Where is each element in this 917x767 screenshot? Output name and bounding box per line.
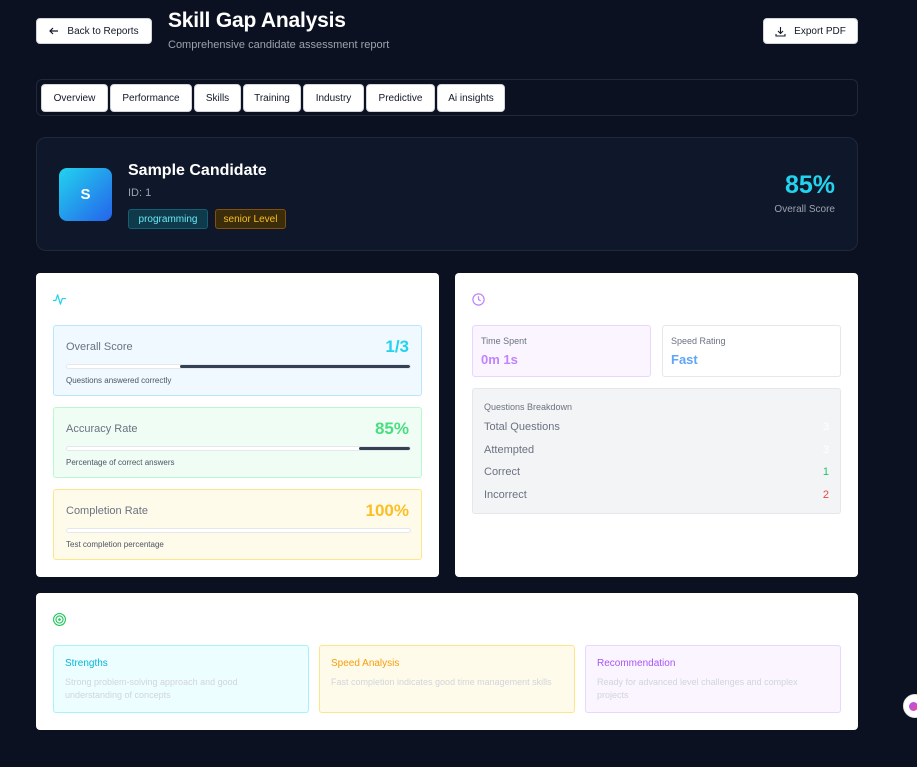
clock-icon <box>472 293 485 306</box>
back-button-label: Back to Reports <box>67 25 139 37</box>
timing-panel: Time Spent 0m 1s Speed Rating Fast Quest… <box>455 273 858 577</box>
overall-score-label: Overall Score <box>774 204 835 215</box>
activity-icon <box>52 294 67 305</box>
tab-training[interactable]: Training <box>243 84 301 112</box>
metric-overall-score: Overall Score 1/3 Questions answered cor… <box>53 325 422 396</box>
export-button-label: Export PDF <box>794 25 846 37</box>
tab-bar: Overview Performance Skills Training Ind… <box>36 79 858 116</box>
progress-fill <box>180 365 410 368</box>
tab-industry[interactable]: Industry <box>303 84 364 112</box>
arrow-left-icon <box>49 27 59 35</box>
metric-value: 100% <box>365 501 409 520</box>
row-label: Incorrect <box>484 489 527 501</box>
metric-description: Percentage of correct answers <box>66 458 175 467</box>
tab-skills[interactable]: Skills <box>194 84 241 112</box>
row-value: 3 <box>822 444 829 456</box>
insight-title: Recommendation <box>597 658 676 669</box>
candidate-id: ID: 1 <box>128 187 152 199</box>
insight-title: Speed Analysis <box>331 658 400 669</box>
time-spent-box: Time Spent 0m 1s <box>472 325 651 377</box>
insight-title: Strengths <box>65 658 108 669</box>
insight-text: Ready for advanced level challenges and … <box>597 677 798 700</box>
speed-rating-box: Speed Rating Fast <box>662 325 841 377</box>
insight-speed-analysis: Speed Analysis Fast completion indicates… <box>319 645 575 713</box>
metric-value: 1/3 <box>385 337 409 356</box>
target-icon <box>53 613 66 626</box>
questions-breakdown: Questions Breakdown Total Questions 3 At… <box>472 388 841 514</box>
insight-text: Strong problem-solving approach and good… <box>65 677 238 700</box>
breakdown-row-correct: Correct 1 <box>484 466 829 482</box>
row-value: 1 <box>822 466 829 478</box>
level-badge: senior Level <box>215 209 286 229</box>
performance-panel: Overall Score 1/3 Questions answered cor… <box>36 273 439 577</box>
tab-ai-insights[interactable]: Ai insights <box>437 84 505 112</box>
metric-label: Accuracy Rate <box>66 423 138 435</box>
assistant-icon <box>909 701 917 711</box>
row-label: Attempted <box>484 444 535 456</box>
page-title: Skill Gap Analysis <box>168 9 346 32</box>
metric-label: Completion Rate <box>66 505 148 517</box>
tab-predictive[interactable]: Predictive <box>366 84 435 112</box>
breakdown-row-attempted: Attempted 3 <box>484 444 829 460</box>
candidate-name: Sample Candidate <box>128 162 267 179</box>
metric-accuracy-rate: Accuracy Rate 85% Percentage of correct … <box>53 407 422 478</box>
insights-panel: Strengths Strong problem-solving approac… <box>36 593 858 730</box>
floating-assistant-button[interactable] <box>903 694 917 718</box>
insight-text: Fast completion indicates good time mana… <box>331 677 552 687</box>
export-pdf-button[interactable]: Export PDF <box>763 18 858 44</box>
metric-label: Overall Score <box>66 341 133 353</box>
download-icon <box>775 26 786 37</box>
breakdown-row-incorrect: Incorrect 2 <box>484 489 829 505</box>
speed-rating-label: Speed Rating <box>671 336 726 346</box>
category-badge: programming <box>128 209 208 229</box>
row-label: Total Questions <box>484 421 560 433</box>
overall-score-value: 85% <box>784 171 835 199</box>
time-spent-label: Time Spent <box>481 336 527 346</box>
avatar: S <box>59 168 112 221</box>
row-value: 2 <box>822 489 829 501</box>
candidate-card: S Sample Candidate ID: 1 programming sen… <box>36 137 858 251</box>
metric-value: 85% <box>374 419 409 438</box>
speed-rating-value: Fast <box>671 352 698 367</box>
time-spent-value: 0m 1s <box>481 352 518 367</box>
progress-track <box>66 446 411 451</box>
page-subtitle: Comprehensive candidate assessment repor… <box>168 39 390 51</box>
metric-description: Test completion percentage <box>66 540 164 549</box>
insight-strengths: Strengths Strong problem-solving approac… <box>53 645 309 713</box>
metric-completion-rate: Completion Rate 100% Test completion per… <box>53 489 422 560</box>
breakdown-title: Questions Breakdown <box>484 402 573 412</box>
metric-description: Questions answered correctly <box>66 376 172 385</box>
insight-recommendation: Recommendation Ready for advanced level … <box>585 645 841 713</box>
breakdown-row-total: Total Questions 3 <box>484 421 829 437</box>
row-label: Correct <box>484 466 521 478</box>
progress-track <box>66 528 411 533</box>
back-to-reports-button[interactable]: Back to Reports <box>36 18 152 44</box>
progress-track <box>66 364 411 369</box>
tab-performance[interactable]: Performance <box>110 84 192 112</box>
progress-fill <box>358 447 410 450</box>
tab-overview[interactable]: Overview <box>41 84 108 112</box>
row-value: 3 <box>822 421 829 433</box>
